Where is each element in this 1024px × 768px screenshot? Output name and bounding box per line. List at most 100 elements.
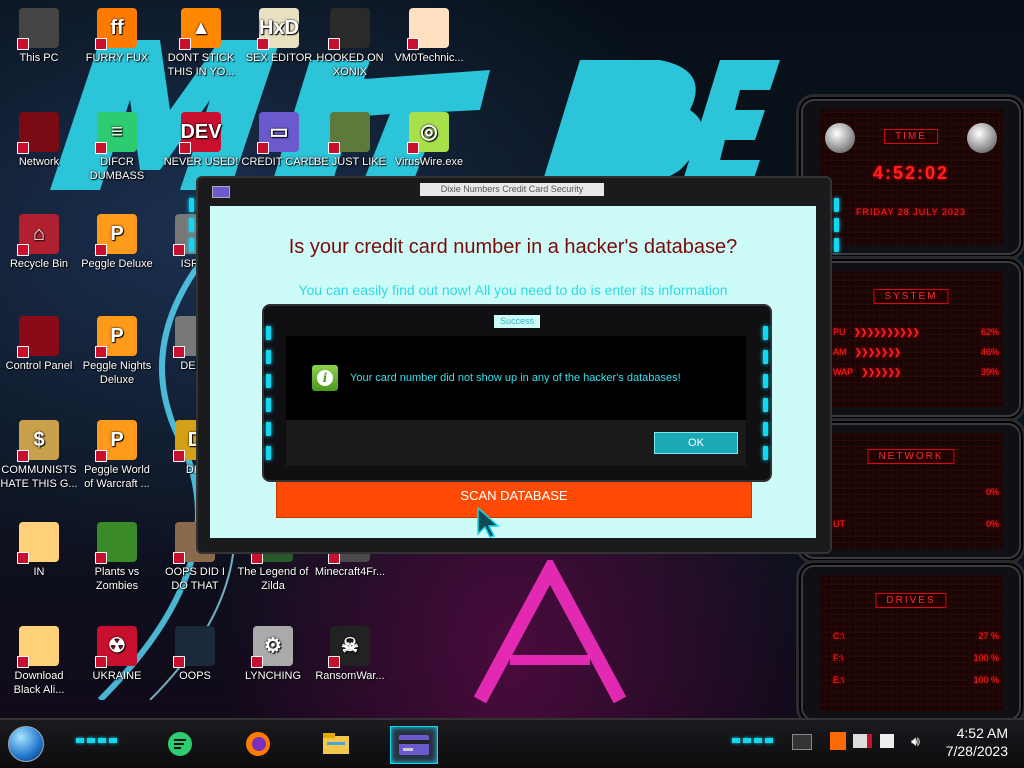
desktop-icon-this-pc[interactable]: This PC — [0, 8, 78, 65]
desktop-icon-credit-card[interactable]: ▭ CREDIT CARD — [240, 112, 318, 169]
this-pc-icon — [17, 8, 59, 50]
shortcut-arrow-icon — [95, 346, 107, 358]
taskbar-file-explorer[interactable] — [318, 726, 354, 762]
network-row-value: 0% — [985, 519, 999, 529]
taskbar-clock[interactable]: 4:52 AM 7/28/2023 — [946, 724, 1008, 760]
download-black-ali-icon — [17, 626, 59, 668]
network-row: UT 0% — [833, 519, 999, 529]
time-gadget-title: TIME — [884, 129, 938, 144]
desktop-icon-label: Recycle Bin — [9, 258, 69, 270]
window-titlebar[interactable]: Dixie Numbers Credit Card Security — [198, 178, 830, 200]
security-shield-icon[interactable] — [830, 732, 846, 750]
shortcut-arrow-icon — [17, 346, 29, 358]
desktop-icon-label: The Legend of Zilda — [237, 566, 309, 592]
desktop-icon-label: Peggle Deluxe — [81, 258, 153, 270]
taskbar: 🔊︎ 4:52 AM 7/28/2023 — [0, 718, 1024, 768]
taskbar-credit-card-app[interactable] — [390, 726, 438, 764]
desktop-icon-network[interactable]: Network — [0, 112, 78, 169]
desktop-icon-label: COMMUNISTS HATE THIS G... — [0, 464, 78, 490]
network-row-label: UT — [833, 519, 845, 529]
shortcut-arrow-icon — [257, 142, 269, 154]
pvz-icon — [95, 522, 137, 564]
drives-gadget[interactable]: DRIVES C:\ 27 % F:\ 100 % E:\ 100 % — [796, 560, 1024, 726]
shortcut-arrow-icon — [173, 656, 185, 668]
shortcut-arrow-icon — [328, 656, 340, 668]
recycle-bin-icon: ⌂ — [17, 214, 59, 256]
desktop-icon-recycle-bin[interactable]: ⌂ Recycle Bin — [0, 214, 78, 271]
desktop-icon-label: VirusWire.exe — [394, 156, 464, 168]
network-row: 0% — [833, 487, 999, 497]
shortcut-arrow-icon — [173, 450, 185, 462]
desktop-icon-ukraine[interactable]: ☢ UKRAINE — [78, 626, 156, 683]
desktop-icon-viruswire[interactable]: ◎ VirusWire.exe — [390, 112, 468, 169]
desktop-icon-label: OOPS — [179, 670, 211, 682]
desktop-icon-label: VM0Technic... — [394, 52, 464, 64]
drive-row-label: E:\ — [833, 675, 845, 685]
desktop-icon-be-just-like[interactable]: BE JUST LIKE — [311, 112, 389, 169]
dialog-message: Your card number did not show up in any … — [350, 372, 681, 384]
desktop-icon-peggle-nights[interactable]: P Peggle Nights Deluxe — [78, 316, 156, 387]
desktop-icon-hxd[interactable]: HxD SEX EDITOR — [240, 8, 318, 65]
system-row: PU ❯❯❯❯❯❯❯❯❯❯ 62% — [833, 327, 999, 337]
ok-button[interactable]: OK — [654, 432, 738, 454]
shortcut-arrow-icon — [173, 244, 185, 256]
network-icon — [17, 112, 59, 154]
system-row: AM ❯❯❯❯❯❯❯ 46% — [833, 347, 999, 357]
desktop-icon-vlc[interactable]: ▲ DONT STICK THIS IN YO... — [162, 8, 240, 79]
system-row-value: 39% — [980, 367, 999, 377]
desktop-icon-lynching[interactable]: ⚙ LYNCHING — [234, 626, 312, 683]
taskbar-firefox[interactable] — [240, 726, 276, 762]
shortcut-arrow-icon — [95, 450, 107, 462]
network-gadget-title: NETWORK — [867, 449, 955, 464]
desktop-icon-label: OOPS DID I DO THAT — [165, 566, 225, 592]
start-button[interactable] — [8, 726, 44, 762]
system-row-label: WAP — [833, 367, 854, 377]
show-desktop-icon[interactable] — [792, 734, 812, 750]
control-panel-icon — [17, 316, 59, 358]
shortcut-arrow-icon — [328, 38, 340, 50]
drive-row-label: C:\ — [833, 631, 845, 641]
network-warning-icon[interactable] — [853, 734, 872, 748]
desktop-icon-control-panel[interactable]: Control Panel — [0, 316, 78, 373]
page-heading: Is your credit card number in a hacker's… — [288, 236, 738, 258]
desktop-icon-label: Network — [18, 156, 60, 168]
drives-gadget-title: DRIVES — [875, 593, 947, 608]
desktop-icon-in[interactable]: IN — [0, 522, 78, 579]
desktop-icon-xonix[interactable]: HOOKED ON XONIX — [311, 8, 389, 79]
credit-card-icon: ▭ — [257, 112, 299, 154]
action-center-icon[interactable] — [880, 734, 894, 748]
desktop-icon-discord[interactable]: ≡ DIFCR DUMBASS — [78, 112, 156, 183]
be-just-like-icon — [328, 112, 370, 154]
desktop-icon-devcpp[interactable]: DEV NEVER USED! — [162, 112, 240, 169]
volume-icon[interactable]: 🔊︎ — [911, 733, 920, 750]
taskbar-deco-lights — [76, 738, 117, 743]
shortcut-arrow-icon — [173, 552, 185, 564]
desktop-icon-peggle-deluxe[interactable]: P Peggle Deluxe — [78, 214, 156, 271]
ukraine-icon: ☢ — [95, 626, 137, 668]
desktop-icon-label: LYNCHING — [244, 670, 302, 682]
desktop-icon-label: NEVER USED! — [163, 156, 239, 168]
shortcut-arrow-icon — [95, 656, 107, 668]
desktop-icon-pvz[interactable]: Plants vs Zombies — [78, 522, 156, 593]
taskbar-date: 7/28/2023 — [945, 743, 1008, 759]
success-dialog[interactable]: Success i Your card number did not show … — [262, 304, 772, 482]
drive-row: E:\ 100 % — [833, 675, 999, 685]
page-subtitle: You can easily find out now! All you nee… — [298, 282, 728, 298]
shortcut-arrow-icon — [17, 656, 29, 668]
desktop-icon-communists[interactable]: $ COMMUNISTS HATE THIS G... — [0, 420, 78, 491]
alien-icon — [967, 123, 997, 153]
desktop-icon-peggle-wow[interactable]: P Peggle World of Warcraft ... — [78, 420, 156, 491]
credit-card-app-icon — [399, 735, 429, 755]
desktop-icon-vm0[interactable]: VM0Technic... — [390, 8, 468, 65]
desktop-icon-download-black-ali[interactable]: Download Black Ali... — [0, 626, 78, 697]
shortcut-arrow-icon — [95, 142, 107, 154]
desktop-icon-ransomware[interactable]: ☠ RansomWar... — [311, 626, 389, 683]
shortcut-arrow-icon — [17, 450, 29, 462]
dialog-button-area: OK — [286, 420, 746, 466]
system-row-label: PU — [833, 327, 846, 337]
taskbar-discord[interactable] — [162, 726, 198, 762]
scan-database-button[interactable]: SCAN DATABASE — [276, 478, 752, 518]
desktop-icon-oops[interactable]: OOPS — [156, 626, 234, 683]
desktop-icon-firefox[interactable]: ff FURRY FUX — [78, 8, 156, 65]
desktop-icon-label: UKRAINE — [92, 670, 142, 682]
